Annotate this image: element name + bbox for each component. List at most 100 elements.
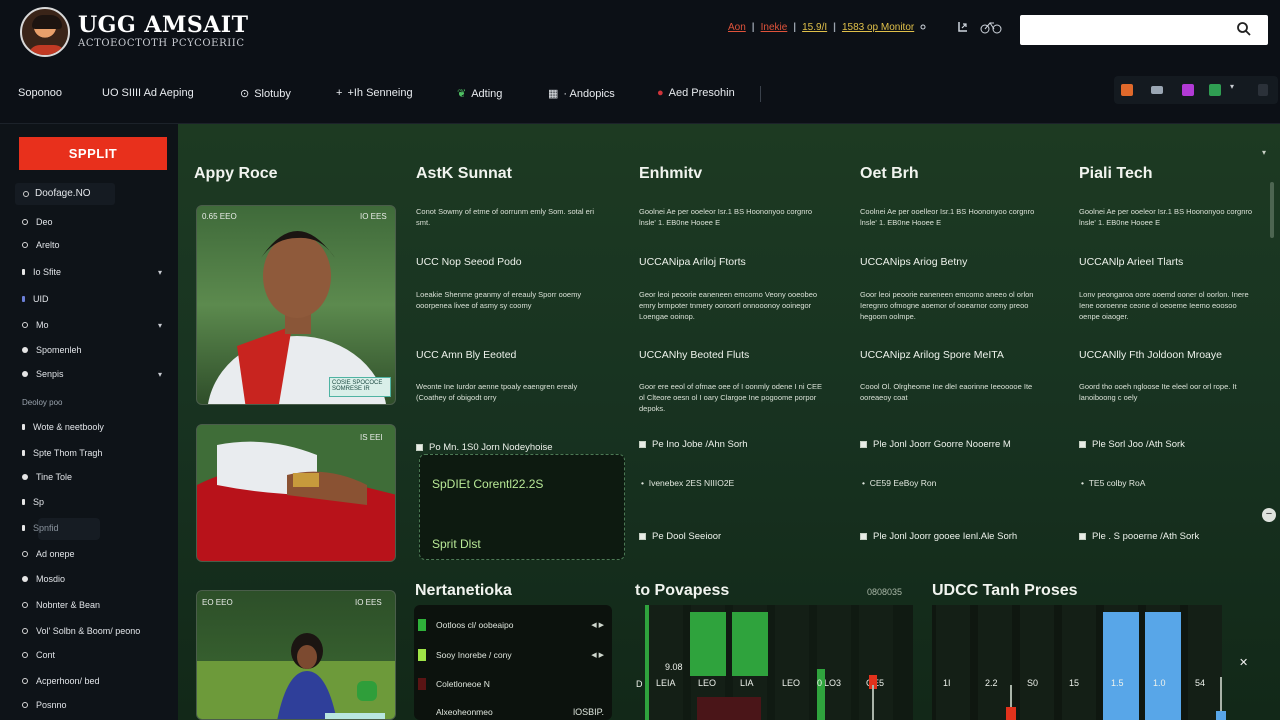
checkbox-row[interactable]: Ple Jonl Joorr gooee Ienl.Ale Sorh (860, 531, 1017, 542)
red-dot-icon: ● (657, 87, 664, 99)
sidebar-item[interactable]: Cont (22, 650, 162, 660)
nav-item-3[interactable]: ⊙ Slotuby (240, 87, 291, 101)
checkbox[interactable] (860, 533, 867, 540)
sidebar-item[interactable]: Senpis ▾ (22, 369, 162, 379)
arrows-icon[interactable]: ◀ ▶ (591, 651, 604, 659)
chart-bar[interactable] (1145, 612, 1181, 720)
checkbox[interactable] (639, 441, 646, 448)
tick-label: 54 (1195, 678, 1206, 688)
checkbox-row[interactable]: Pe Ino Jobe /Ahn Sorh (639, 439, 748, 450)
chevron-down-icon[interactable]: ▾ (1262, 148, 1266, 157)
checkbox[interactable] (1079, 441, 1086, 448)
sidebar-item-label: Acperhoon/ bed (36, 676, 100, 686)
person-photo (197, 633, 395, 719)
sidebar-item[interactable]: Acperhoon/ bed (22, 676, 162, 686)
chart-slot (1188, 605, 1222, 720)
sidebar-item[interactable]: Nobnter & Bean (22, 600, 162, 610)
arrows-icon[interactable]: ◀ ▶ (591, 621, 604, 629)
chevron-down-icon: ▾ (157, 320, 162, 330)
photo-card[interactable] (196, 205, 396, 405)
header-link-1[interactable]: Aon (728, 22, 746, 33)
circle-icon: ⊙ (240, 88, 250, 100)
checkbox[interactable] (860, 441, 867, 448)
checkbox[interactable] (1079, 533, 1086, 540)
sidebar-item-label: Spomenleh (36, 345, 82, 355)
sidebar-item[interactable]: Posnno (22, 700, 162, 710)
tick-label: S0 (1027, 678, 1039, 688)
chart-bar[interactable] (1103, 612, 1139, 720)
chart-slot (1062, 605, 1096, 720)
sidebar-item-label: Sp (33, 497, 45, 507)
export-icon[interactable] (954, 20, 972, 38)
chart-bar[interactable] (732, 612, 768, 676)
header-link-3[interactable]: 15.9/I (802, 22, 827, 33)
nav-item-1[interactable]: Soponoo (18, 87, 62, 99)
list-item[interactable]: Sooy Inorebe / cony ◀ ▶ (418, 649, 604, 661)
person-photo (197, 425, 395, 561)
chart-candle (1006, 707, 1016, 720)
header-link-4[interactable]: 1583 op Monitor (842, 22, 914, 33)
tick-label: 15 (1069, 678, 1080, 688)
document-icon[interactable] (1121, 84, 1133, 96)
sidebar-item[interactable]: Mosdio (22, 574, 162, 584)
checkbox[interactable] (639, 533, 646, 540)
chart-bar[interactable] (690, 612, 726, 676)
sidebar-item[interactable]: Sp (22, 497, 162, 507)
sidebar-item[interactable]: Deo (22, 217, 162, 227)
nav-item-4[interactable]: + +Ih Senneing (336, 87, 413, 99)
photo-card[interactable] (196, 424, 396, 562)
header-link-2[interactable]: Inekie (761, 22, 788, 33)
checkbox-label: Ple Jonl Joorr Goorre Nooerre M (873, 439, 1011, 450)
sidebar-heading: Deoloy poo (22, 398, 63, 407)
search-icon[interactable] (1236, 21, 1252, 37)
column-title: Appy Roce (194, 165, 278, 182)
split-card[interactable]: SpDIEt Corentl22.2S Sprit Dlst (419, 454, 625, 560)
header-link-separator: | (793, 22, 797, 33)
sidebar-select[interactable]: Doofage.NO (15, 183, 115, 205)
tool-icon[interactable] (1258, 84, 1268, 96)
sheet-icon[interactable] (1209, 84, 1221, 96)
nav-item-7[interactable]: ● Aed Presohin (657, 87, 735, 99)
list-item[interactable]: Coletloneoe N (418, 678, 604, 690)
nav-item-6[interactable]: ▦ · Andopics (548, 87, 615, 101)
sidebar-item[interactable]: Mo ▾ (22, 320, 162, 330)
checkbox-row[interactable]: Ple Jonl Joorr Goorre Nooerre M (860, 439, 1011, 450)
sidebar-item[interactable]: Spte Thom Tragh (22, 448, 162, 458)
close-icon[interactable]: ✕ (1239, 656, 1248, 669)
sidebar-item[interactable]: Spomenleh (22, 345, 162, 355)
nav-item-label: Aed Presohin (668, 87, 735, 99)
folder-icon[interactable] (1182, 84, 1194, 96)
process-chart: 1I 2.2 S0 15 1.5 1.0 54 (932, 605, 1226, 720)
sidebar-item[interactable]: Ad onepe (22, 549, 162, 559)
checkbox-row[interactable]: Pe Dool Seeioor (639, 531, 721, 542)
nav-item-label: +Ih Senneing (347, 87, 413, 99)
tick-label: LIA (740, 678, 754, 688)
checkbox-row[interactable]: Ple . S pooerne /Ath Sork (1079, 531, 1199, 542)
chevron-down-icon: ▾ (157, 369, 162, 379)
bike-icon[interactable] (980, 20, 1002, 38)
sidebar-item[interactable]: Tine Tole (22, 472, 162, 482)
sidebar-item[interactable]: Io Sfite ▾ (22, 267, 162, 277)
list-icon[interactable] (1151, 86, 1163, 94)
brand-avatar (20, 7, 70, 57)
list-item[interactable]: Ootloos cl/ oobeaipo ◀ ▶ (418, 619, 604, 631)
scrollbar[interactable] (1270, 182, 1274, 238)
sidebar-item[interactable]: UID (22, 294, 162, 304)
chevron-down-icon[interactable]: ▾ (1230, 82, 1238, 94)
sidebar-item[interactable]: Vol' Solbn & Boom/ peono (22, 626, 162, 636)
radio-icon (23, 191, 29, 197)
sidebar-item[interactable]: Spnfid (22, 523, 162, 533)
list-item[interactable]: Alxeoheonmeo lOSBIP. (418, 706, 604, 718)
sidebar-item[interactable]: Arelto (22, 240, 162, 250)
bullet-icon (22, 702, 28, 708)
sidebar-item[interactable]: Wote & neetbooly (22, 422, 162, 432)
search-input[interactable] (1020, 15, 1268, 45)
checkbox[interactable] (416, 444, 423, 451)
checkbox-row[interactable]: Ple Sorl Joo /Ath Sork (1079, 439, 1185, 450)
nav-item-2[interactable]: UO SIIII Ad Aeping (102, 87, 194, 99)
checkbox-row[interactable]: Po Mn. 1S0 Jorn Nodeyhoise (416, 442, 553, 453)
minus-icon[interactable]: − (1262, 508, 1276, 522)
photo-card[interactable] (196, 590, 396, 720)
split-button[interactable]: SPPLIT (19, 137, 167, 170)
nav-item-5[interactable]: ❦ Adting (457, 87, 502, 101)
